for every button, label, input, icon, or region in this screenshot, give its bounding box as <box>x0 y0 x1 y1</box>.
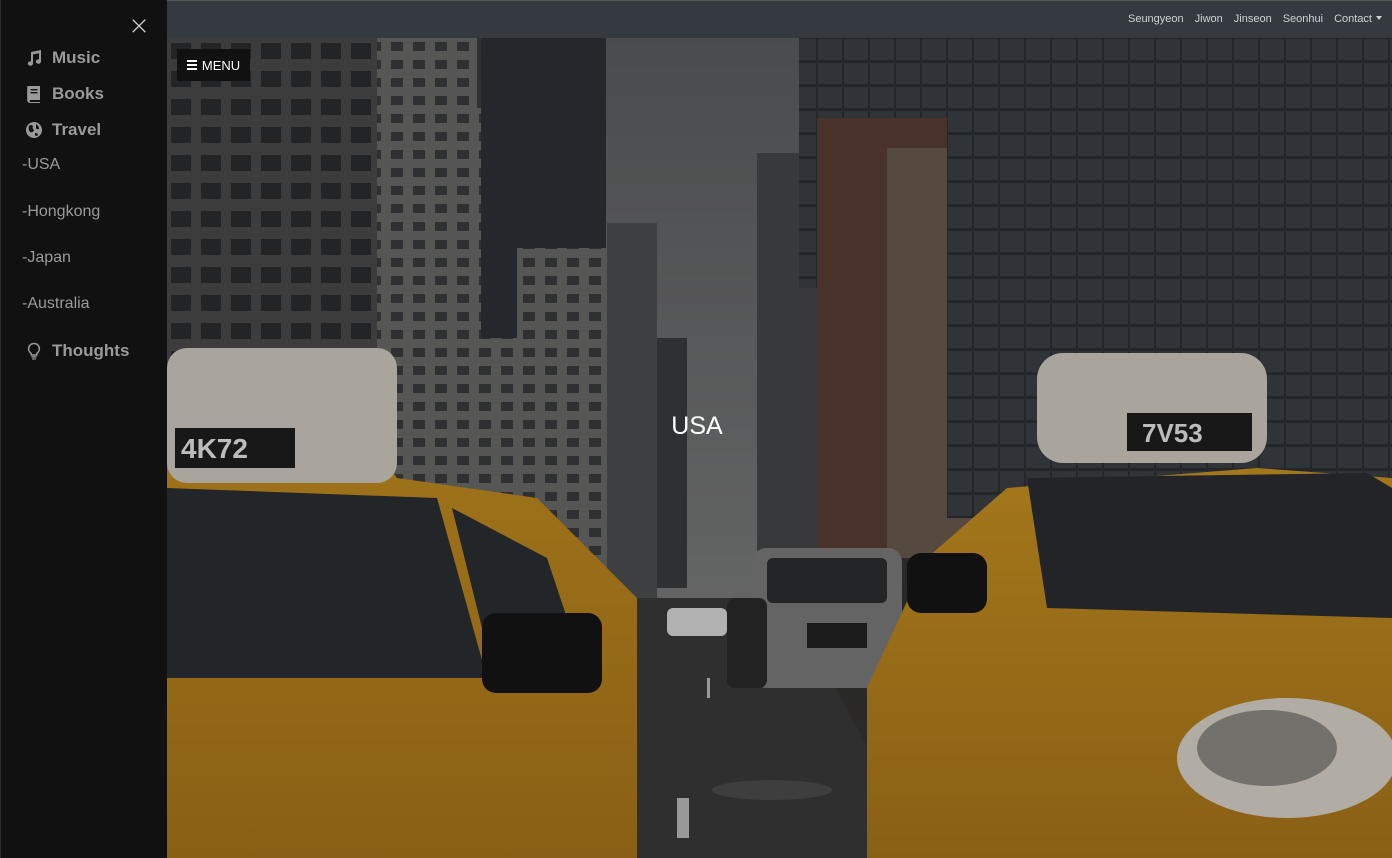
top-navbar: Seungyeon Jiwon Jinseon Seonhui Contact <box>167 0 1392 38</box>
contact-dropdown-label: Contact <box>1334 13 1372 25</box>
nav-link-jiwon[interactable]: Jiwon <box>1195 13 1223 25</box>
menu-button[interactable]: MENU <box>177 49 250 81</box>
music-note-icon <box>24 48 44 68</box>
sidebar-item-thoughts[interactable]: Thoughts <box>24 339 129 363</box>
sidebar-item-travel[interactable]: Travel <box>24 118 101 142</box>
lightbulb-icon <box>24 341 44 361</box>
hero-section: 4K72 7V53 MENU USA <box>167 38 1392 858</box>
nav-link-jinseon[interactable]: Jinseon <box>1234 13 1272 25</box>
sidebar-subitem-usa[interactable]: -USA <box>22 156 60 178</box>
globe-icon <box>24 120 44 140</box>
hamburger-icon <box>186 58 197 72</box>
close-icon[interactable]: × <box>128 13 150 39</box>
sidebar-subitem-hongkong[interactable]: -Hongkong <box>22 203 100 225</box>
sidebar-item-label: Thoughts <box>52 341 130 360</box>
sidebar-item-music[interactable]: Music <box>24 46 100 70</box>
hero-dark-overlay <box>167 38 1392 858</box>
sidebar-item-label: Music <box>52 48 101 67</box>
sidebar-item-books[interactable]: Books <box>24 82 104 106</box>
contact-dropdown[interactable]: Contact <box>1334 13 1382 25</box>
nav-link-seonhui[interactable]: Seonhui <box>1283 13 1323 25</box>
book-icon <box>24 84 44 104</box>
caret-down-icon <box>1376 16 1382 20</box>
sidebar-item-label: Travel <box>52 120 102 139</box>
top-nav-links: Seungyeon Jiwon Jinseon Seonhui Contact <box>1128 13 1382 25</box>
sidebar-subitem-australia[interactable]: -Australia <box>22 295 90 317</box>
sidebar: × Music Books Travel -USA -Hongkong -Jap… <box>0 0 167 858</box>
sidebar-item-label: Books <box>52 84 104 103</box>
sidebar-subitem-japan[interactable]: -Japan <box>22 249 71 271</box>
hero-title: USA <box>671 412 723 440</box>
menu-button-label: MENU <box>201 57 241 73</box>
nav-link-seungyeon[interactable]: Seungyeon <box>1128 13 1184 25</box>
